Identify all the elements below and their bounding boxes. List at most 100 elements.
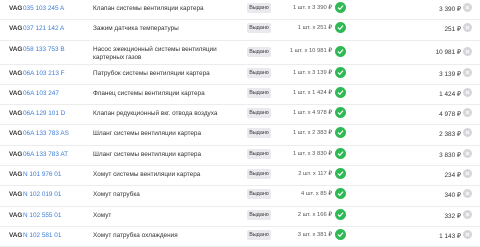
row-total: 2 383 ₽ (439, 131, 461, 139)
part-number-link[interactable]: 035 103 245 A (23, 5, 64, 12)
check-circle-icon (335, 147, 346, 159)
brand-label: VAG (9, 231, 23, 239)
brand-label: VAG (9, 89, 23, 97)
row-total: 234 ₽ (444, 172, 461, 180)
status-badge: Выдано (247, 23, 271, 34)
brand-label: VAG (9, 5, 23, 12)
row-total: 4 978 ₽ (439, 111, 461, 119)
status-badge: Выдано (247, 169, 271, 180)
status-badge: Выдано (247, 67, 271, 78)
check-circle-icon (335, 228, 346, 240)
part-number-link[interactable]: N 102 019 01 (23, 191, 61, 198)
part-name: Патрубок системы вентиляции картера (93, 69, 210, 77)
part-name: Хомут патрубка (93, 191, 140, 199)
table-row: VAG 06A 133 783 AT Шланг системы вентиля… (0, 146, 480, 167)
brand-label: VAG (9, 45, 23, 53)
part-name: Шланг системы вентиляции картера (93, 130, 201, 138)
close-circle-icon[interactable] (463, 169, 472, 179)
row-total: 340 ₽ (444, 192, 461, 200)
quantity-price: 1 шт. x 10 981 ₽ (289, 47, 332, 54)
table-row: VAG 035 103 245 A Клапан системы вентиля… (0, 0, 480, 21)
brand-label: VAG (9, 191, 23, 199)
status-badge: Выдано (247, 46, 271, 57)
brand-label: VAG (9, 110, 23, 118)
part-number-link[interactable]: N 102 555 01 (23, 212, 61, 219)
row-total: 251 ₽ (444, 26, 461, 34)
part-number-link[interactable]: 06A 133 783 AS (23, 130, 69, 137)
check-circle-icon (335, 66, 346, 78)
quantity-price: 1 шт. x 4 978 ₽ (292, 110, 332, 117)
table-row: VAG 06A 133 783 AS Шланг системы вентиля… (0, 125, 480, 146)
table-row: VAG 037 121 142 A Зажим датчика температ… (0, 20, 480, 41)
quantity-price: 4 шт. x 85 ₽ (301, 191, 332, 198)
close-circle-icon[interactable] (463, 67, 472, 77)
check-circle-icon (335, 107, 346, 119)
close-circle-icon[interactable] (463, 108, 472, 118)
status-badge: Выдано (247, 209, 271, 220)
row-total: 3 830 ₽ (439, 151, 461, 159)
order-items-table: VAG 035 103 245 A Клапан системы вентиля… (0, 0, 480, 247)
table-row: VAG N 102 019 01 Хомут патрубка Выдано 4… (0, 186, 480, 207)
quantity-price: 3 шт. x 381 ₽ (297, 231, 332, 238)
quantity-price: 1 шт. x 3 139 ₽ (292, 69, 332, 76)
check-circle-icon (335, 45, 346, 57)
close-circle-icon[interactable] (463, 23, 472, 33)
part-name: Шланг системы вентиляции картера (93, 150, 201, 158)
brand-label: VAG (9, 171, 23, 179)
part-number-link[interactable]: 06A 133 783 AT (23, 151, 68, 158)
row-total: 1 424 ₽ (439, 90, 461, 98)
table-row: VAG 06A 103 247 Фланец системы вентиляци… (0, 85, 480, 106)
quantity-price: 1 шт. x 3 830 ₽ (292, 150, 332, 157)
part-name: Фланец системы вентиляции картера (93, 89, 205, 97)
part-name: Зажим датчика температуры (93, 25, 179, 33)
brand-label: VAG (9, 150, 23, 158)
close-circle-icon[interactable] (463, 148, 472, 158)
status-badge: Выдано (247, 148, 271, 159)
close-circle-icon[interactable] (463, 209, 472, 219)
part-number-link[interactable]: 058 133 753 B (23, 46, 65, 53)
table-row: VAG 058 133 753 B Насос эжекционный сист… (0, 41, 480, 65)
close-circle-icon[interactable] (463, 3, 472, 12)
quantity-price: 1 шт. x 251 ₽ (297, 25, 332, 32)
close-circle-icon[interactable] (463, 46, 472, 56)
check-circle-icon (335, 86, 346, 98)
part-name: Клапан системы вентиляции картера (93, 5, 204, 12)
part-number-link[interactable]: N 101 976 01 (23, 171, 61, 178)
check-circle-icon (335, 188, 346, 200)
part-number-link[interactable]: 06A 129 101 D (23, 110, 65, 117)
check-circle-icon (335, 168, 346, 180)
row-total: 332 ₽ (444, 212, 461, 220)
brand-label: VAG (9, 211, 23, 219)
brand-label: VAG (9, 25, 23, 33)
close-circle-icon[interactable] (463, 229, 472, 239)
part-number-link[interactable]: 06A 103 247 (23, 90, 59, 97)
close-circle-icon[interactable] (463, 87, 472, 97)
quantity-price: 2 шт. x 166 ₽ (297, 211, 332, 218)
table-row: VAG N 102 581 01 Хомут патрубка охлажден… (0, 227, 480, 247)
brand-label: VAG (9, 69, 23, 77)
row-total: 1 143 ₽ (439, 232, 461, 240)
table-row: VAG 06A 103 213 F Патрубок системы венти… (0, 65, 480, 85)
part-number-link[interactable]: 037 121 142 A (23, 25, 64, 32)
status-badge: Выдано (247, 3, 271, 13)
check-circle-icon (335, 22, 346, 34)
part-number-link[interactable]: 06A 103 213 F (23, 70, 65, 77)
check-circle-icon (335, 208, 346, 220)
status-badge: Выдано (247, 189, 271, 200)
row-total: 10 981 ₽ (435, 48, 461, 56)
quantity-price: 1 шт. x 2 383 ₽ (292, 130, 332, 137)
close-circle-icon[interactable] (463, 128, 472, 138)
brand-label: VAG (9, 130, 23, 138)
part-name: Клапан редукционный вкг. отвода воздуха (93, 110, 218, 118)
part-number-link[interactable]: N 102 581 01 (23, 232, 61, 239)
table-row: VAG 06A 129 101 D Клапан редукционный вк… (0, 105, 480, 126)
check-circle-icon (335, 2, 346, 13)
row-total: 3 390 ₽ (439, 6, 461, 13)
status-badge: Выдано (247, 108, 271, 119)
check-circle-icon (335, 127, 346, 139)
status-badge: Выдано (247, 128, 271, 139)
close-circle-icon[interactable] (463, 189, 472, 199)
quantity-price: 2 шт. x 117 ₽ (298, 171, 332, 178)
table-row: VAG N 102 555 01 Хомут Выдано 2 шт. x 16… (0, 207, 480, 227)
part-name: Насос эжекционный системы вентиляции кар… (93, 45, 217, 61)
